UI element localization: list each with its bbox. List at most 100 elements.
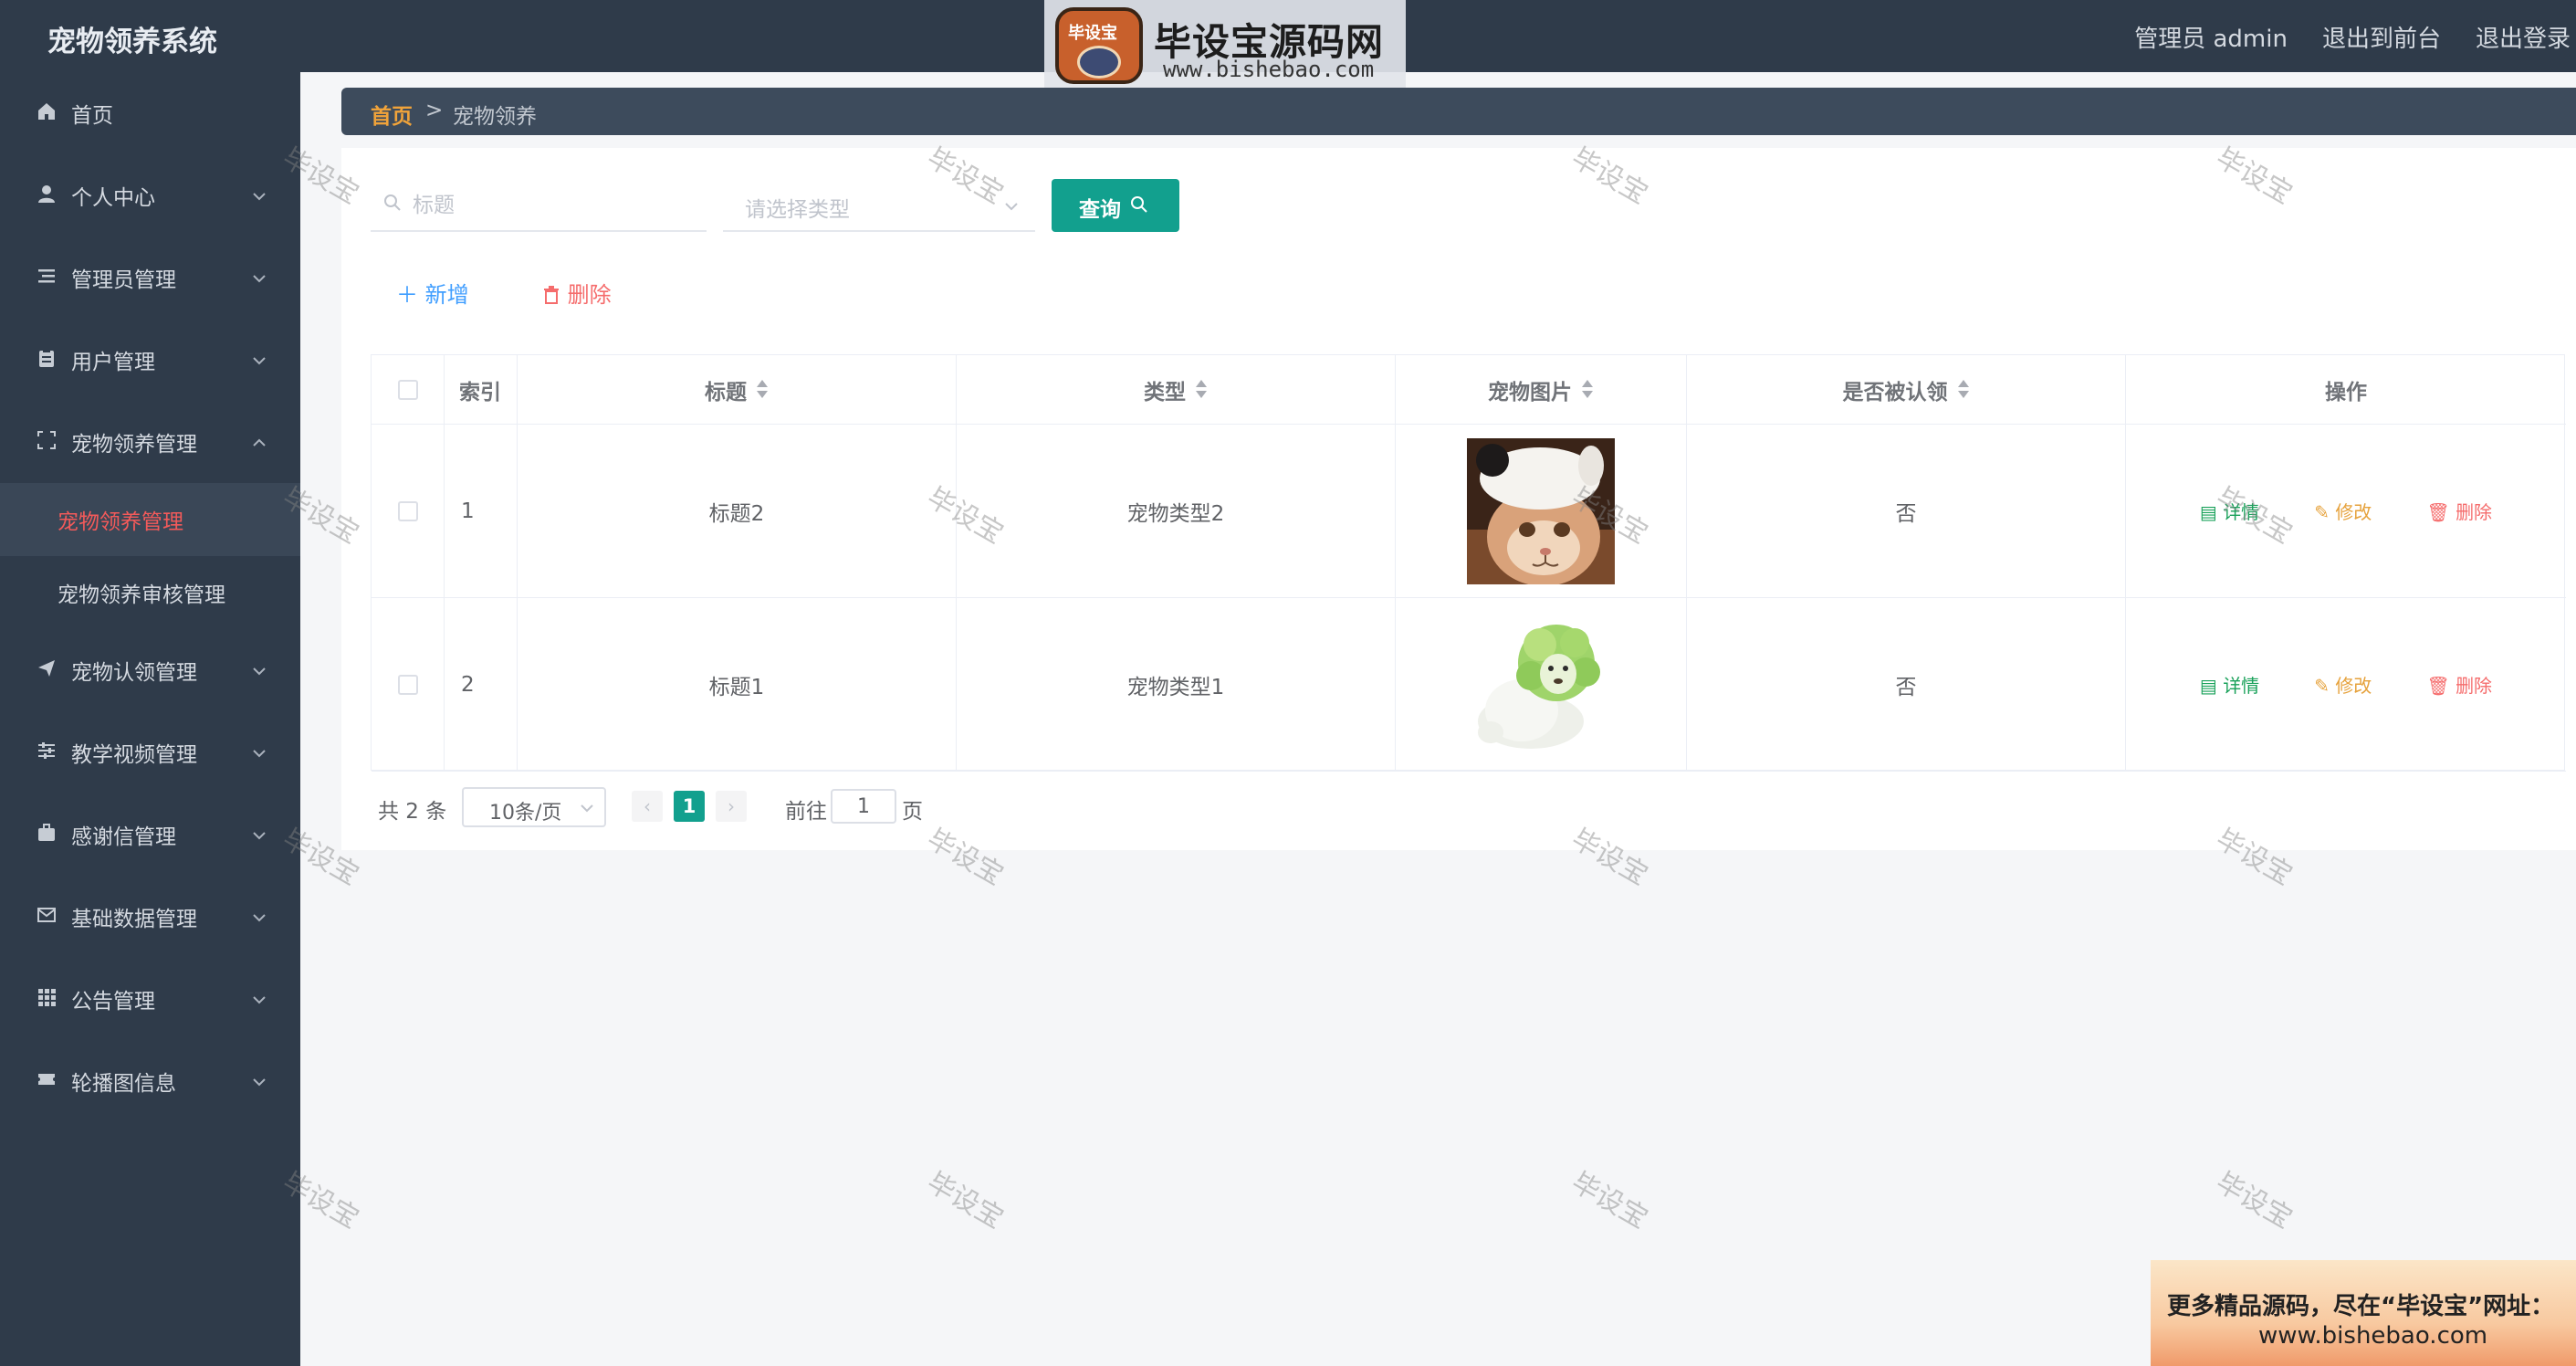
- ticket-icon: [35, 1069, 58, 1093]
- table-row: 2 标题1 宠物类型1 否 ▤ 详情 ✎ 修改 🗑 删除: [372, 598, 2566, 772]
- sidebar-subitem-adoption-review[interactable]: 宠物领养审核管理: [0, 556, 300, 629]
- sidebar-item-carousel[interactable]: 轮播图信息: [0, 1040, 300, 1122]
- edit-label: 修改: [2335, 501, 2372, 523]
- table-row: 1 标题2 宠物类型2 否 ▤ 详情 ✎ 修改 🗑 删除: [372, 425, 2566, 598]
- row-select-cell: [372, 598, 445, 771]
- grid-icon: [35, 987, 58, 1011]
- chevron-left-icon: ‹: [644, 795, 651, 817]
- sidebar-subitem-pet-adoption[interactable]: 宠物领养管理: [0, 483, 300, 556]
- pet-photo-cabbage-dog[interactable]: [1467, 611, 1615, 758]
- select-all-checkbox[interactable]: [397, 379, 418, 400]
- sort-icon[interactable]: [1957, 379, 1970, 401]
- cell-index: 2: [445, 598, 518, 771]
- watermark-text: 毕设宝: [2210, 1166, 2298, 1235]
- watermark-text: 毕设宝: [921, 1166, 1009, 1235]
- batch-delete-button[interactable]: 删除: [542, 277, 612, 309]
- admin-user-label[interactable]: 管理员 admin: [2134, 20, 2288, 54]
- sidebar-item-label: 感谢信管理: [71, 825, 176, 849]
- delete-label: 删除: [2456, 675, 2493, 697]
- type-select[interactable]: 请选择类型: [723, 181, 1035, 232]
- search-icon: [384, 194, 401, 211]
- promo-line-1: 更多精品源码，尽在“毕设宝”网址：: [2167, 1293, 2555, 1320]
- detail-label: 详情: [2223, 501, 2260, 523]
- pencil-icon: ✎: [2314, 501, 2330, 523]
- briefcase-icon: [35, 823, 58, 846]
- chevron-down-icon: [1005, 203, 1018, 211]
- cell-claimed: 否: [1687, 598, 2126, 771]
- breadcrumb-separator: >: [425, 99, 444, 122]
- user-icon: [35, 184, 58, 207]
- column-header-type[interactable]: 类型: [957, 355, 1396, 424]
- sidebar-item-label: 基础数据管理: [71, 908, 197, 931]
- back-to-front-link[interactable]: 退出到前台: [2322, 20, 2441, 54]
- logo-face-icon: [1077, 46, 1121, 79]
- frame-icon: [35, 430, 58, 454]
- adoption-table: 索引 标题 类型 宠物图片 是否被认领 操作 1 标题2 宠物类型2 否 ▤ 详…: [371, 354, 2566, 772]
- sidebar-item-label: 管理员管理: [71, 268, 176, 292]
- goto-suffix: 页: [902, 800, 923, 824]
- batch-delete-label: 删除: [567, 282, 612, 308]
- promo-banner[interactable]: 更多精品源码，尽在“毕设宝”网址： www.bishebao.com: [2151, 1260, 2576, 1366]
- column-header-title[interactable]: 标题: [518, 355, 957, 424]
- sidebar-item-pet-adoption[interactable]: 宠物领养管理: [0, 401, 300, 483]
- delete-button[interactable]: 🗑 删除: [2426, 671, 2492, 698]
- sidebar-item-base-data[interactable]: 基础数据管理: [0, 876, 300, 958]
- next-page-button[interactable]: ›: [716, 791, 747, 822]
- sidebar-item-label: 公告管理: [71, 990, 155, 1014]
- edit-label: 修改: [2335, 675, 2372, 697]
- detail-button[interactable]: ▤ 详情: [2200, 498, 2259, 524]
- column-header-label: 类型: [1144, 380, 1186, 405]
- edit-button[interactable]: ✎ 修改: [2314, 671, 2372, 698]
- sidebar-item-notices[interactable]: 公告管理: [0, 958, 300, 1040]
- sidebar-item-profile[interactable]: 个人中心: [0, 154, 300, 236]
- row-checkbox[interactable]: [397, 500, 418, 521]
- detail-button[interactable]: ▤ 详情: [2200, 671, 2259, 698]
- table-header-row: 索引 标题 类型 宠物图片 是否被认领 操作: [372, 355, 2566, 425]
- header-user-menu: 管理员 admin 退出到前台 退出登录: [2134, 20, 2571, 54]
- page-number-button[interactable]: 1: [674, 791, 705, 822]
- add-button[interactable]: ＋ 新增: [396, 277, 469, 309]
- goto-page-input[interactable]: [831, 789, 896, 824]
- sidebar-item-videos[interactable]: 教学视频管理: [0, 711, 300, 793]
- query-button[interactable]: 查询: [1052, 179, 1179, 232]
- cell-image: [1396, 425, 1687, 597]
- edit-button[interactable]: ✎ 修改: [2314, 498, 2372, 524]
- logo-url: www.bishebao.com: [1163, 57, 1375, 82]
- delete-button[interactable]: 🗑 删除: [2426, 498, 2492, 524]
- trash-icon: 🗑: [2426, 675, 2450, 697]
- logo-badge-text: 毕设宝: [1068, 24, 1117, 43]
- page-size-value: 10条/页: [489, 802, 562, 825]
- row-select-cell: [372, 425, 445, 597]
- trash-icon: [544, 286, 559, 304]
- sidebar-item-admin[interactable]: 管理员管理: [0, 236, 300, 319]
- column-header-image[interactable]: 宠物图片: [1396, 355, 1687, 424]
- type-select-placeholder: 请选择类型: [745, 198, 850, 222]
- sort-icon[interactable]: [756, 379, 769, 401]
- prev-page-button[interactable]: ‹: [632, 791, 663, 822]
- title-search-field[interactable]: [371, 181, 707, 232]
- chevron-down-icon: [252, 268, 267, 288]
- sidebar-item-thanks-letters[interactable]: 感谢信管理: [0, 793, 300, 876]
- cell-actions: ▤ 详情 ✎ 修改 🗑 删除: [2126, 425, 2566, 597]
- logout-link[interactable]: 退出登录: [2476, 20, 2571, 54]
- cell-claimed: 否: [1687, 425, 2126, 597]
- sidebar-item-home[interactable]: 首页: [0, 72, 300, 154]
- title-search-input[interactable]: [413, 188, 696, 223]
- cell-actions: ▤ 详情 ✎ 修改 🗑 删除: [2126, 598, 2566, 771]
- pet-photo-cat[interactable]: [1467, 437, 1615, 584]
- document-icon: ▤: [2199, 675, 2217, 697]
- cell-type: 宠物类型1: [957, 598, 1396, 771]
- page-size-select[interactable]: 10条/页: [462, 787, 606, 827]
- sort-icon[interactable]: [1581, 379, 1594, 401]
- query-button-label: 查询: [1079, 198, 1121, 222]
- chevron-down-icon: [252, 351, 267, 370]
- delete-label: 删除: [2456, 501, 2493, 523]
- breadcrumb-home-link[interactable]: 首页: [371, 99, 413, 130]
- sidebar-item-label: 宠物认领管理: [71, 661, 197, 685]
- sort-icon[interactable]: [1195, 379, 1208, 401]
- sidebar-item-label: 轮播图信息: [71, 1072, 176, 1096]
- column-header-claimed[interactable]: 是否被认领: [1687, 355, 2126, 424]
- sidebar-item-users[interactable]: 用户管理: [0, 319, 300, 401]
- row-checkbox[interactable]: [397, 674, 418, 695]
- sidebar-item-pet-claim[interactable]: 宠物认领管理: [0, 629, 300, 711]
